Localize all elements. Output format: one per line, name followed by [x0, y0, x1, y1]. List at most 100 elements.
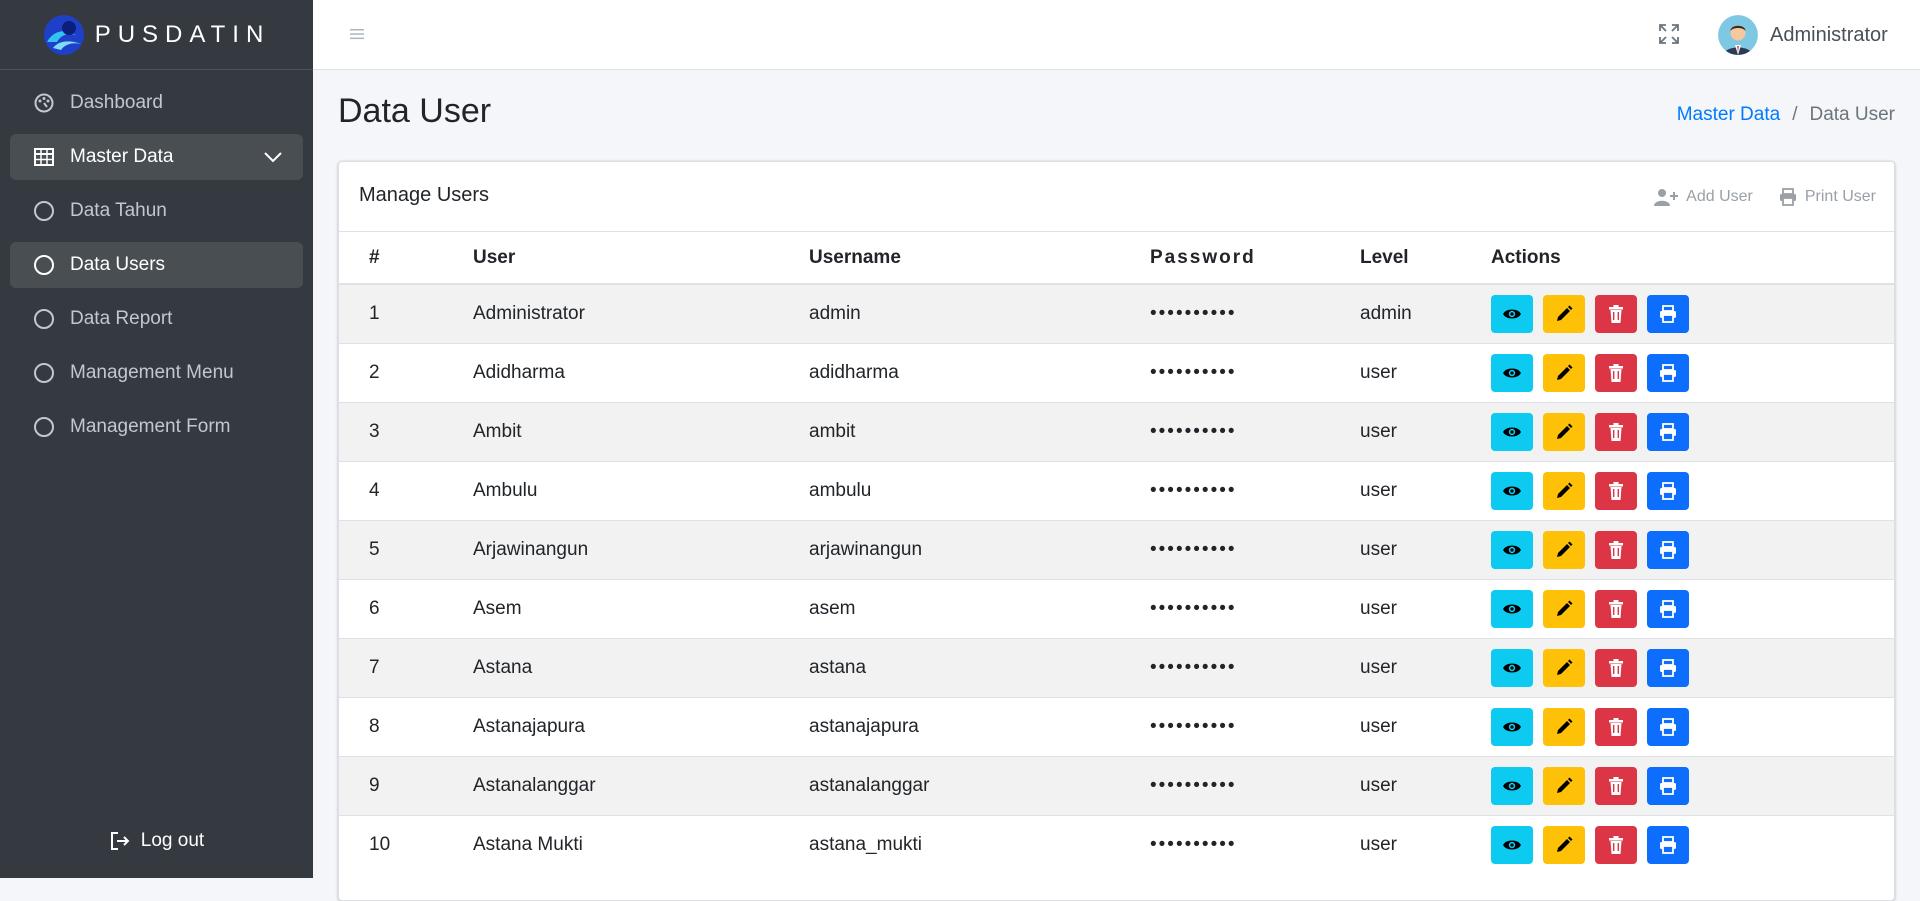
pencil-icon — [1557, 718, 1573, 734]
pencil-icon — [1557, 659, 1573, 675]
user-plus-icon — [1654, 189, 1679, 206]
sidebar-item-label: Dashboard — [70, 92, 163, 113]
edit-button[interactable] — [1543, 589, 1585, 628]
print-button[interactable] — [1647, 707, 1689, 746]
breadcrumb-link-master-data[interactable]: Master Data — [1677, 104, 1780, 126]
print-icon — [1660, 422, 1676, 441]
view-button[interactable] — [1491, 707, 1533, 746]
sidebar-item-label: Management Menu — [70, 362, 234, 383]
table-icon — [32, 145, 56, 169]
circle-icon — [34, 309, 54, 329]
view-button[interactable] — [1491, 294, 1533, 333]
sidebar-item-label: Data Tahun — [70, 200, 167, 221]
print-button[interactable] — [1647, 530, 1689, 569]
delete-button[interactable] — [1595, 825, 1637, 864]
view-button[interactable] — [1491, 353, 1533, 392]
circle-icon — [34, 255, 54, 275]
row-username: adidharma — [809, 342, 1150, 402]
view-button[interactable] — [1491, 825, 1533, 864]
column-header-username: Username — [809, 232, 1150, 285]
print-button[interactable] — [1647, 294, 1689, 333]
row-password: •••••••••• — [1150, 755, 1360, 815]
action-buttons — [1491, 766, 1894, 805]
sidebar-item-data-tahun[interactable]: Data Tahun — [10, 188, 303, 234]
edit-button[interactable] — [1543, 530, 1585, 569]
print-icon — [1660, 304, 1676, 323]
user-menu[interactable]: Administrator — [1718, 10, 1888, 60]
edit-button[interactable] — [1543, 707, 1585, 746]
edit-button[interactable] — [1543, 353, 1585, 392]
print-button[interactable] — [1647, 766, 1689, 805]
view-button[interactable] — [1491, 471, 1533, 510]
eye-icon — [1503, 486, 1521, 495]
action-buttons — [1491, 471, 1894, 510]
print-button[interactable] — [1647, 353, 1689, 392]
print-icon — [1660, 658, 1676, 677]
logout-button[interactable]: Log out — [0, 830, 313, 852]
delete-button[interactable] — [1595, 707, 1637, 746]
row-username: ambit — [809, 401, 1150, 461]
view-button[interactable] — [1491, 412, 1533, 451]
action-buttons — [1491, 825, 1894, 864]
print-button[interactable] — [1647, 825, 1689, 864]
view-button[interactable] — [1491, 766, 1533, 805]
view-button[interactable] — [1491, 648, 1533, 687]
row-actions — [1491, 519, 1894, 579]
trash-icon — [1609, 835, 1623, 854]
sidebar-item-dashboard[interactable]: Dashboard — [10, 80, 303, 126]
sidebar-item-management-form[interactable]: Management Form — [10, 404, 303, 450]
edit-button[interactable] — [1543, 766, 1585, 805]
print-icon — [1660, 599, 1676, 618]
row-level: user — [1360, 637, 1491, 697]
brand[interactable]: PUSDATIN — [0, 0, 313, 70]
card-header: Manage Users Add User Print User — [339, 162, 1894, 232]
row-username: admin — [809, 283, 1150, 343]
edit-button[interactable] — [1543, 825, 1585, 864]
row-number: 10 — [339, 814, 473, 874]
delete-button[interactable] — [1595, 412, 1637, 451]
trash-icon — [1609, 717, 1623, 736]
circle-icon — [32, 253, 56, 277]
delete-button[interactable] — [1595, 766, 1637, 805]
view-button[interactable] — [1491, 589, 1533, 628]
brand-logo-icon — [43, 14, 84, 55]
row-actions — [1491, 696, 1894, 756]
sidebar-item-label: Data Report — [70, 308, 173, 329]
hamburger-icon[interactable] — [349, 26, 365, 42]
table-row: 4 Ambulu ambulu •••••••••• user — [339, 460, 1894, 520]
edit-button[interactable] — [1543, 294, 1585, 333]
row-user: Ambit — [473, 401, 809, 461]
brand-name: PUSDATIN — [94, 20, 271, 48]
print-button[interactable] — [1647, 648, 1689, 687]
delete-button[interactable] — [1595, 648, 1637, 687]
delete-button[interactable] — [1595, 294, 1637, 333]
print-user-button[interactable]: Print User — [1779, 188, 1876, 206]
sidebar-item-master-data[interactable]: Master Data — [10, 134, 303, 180]
sidebar-item-data-users[interactable]: Data Users — [10, 242, 303, 288]
delete-button[interactable] — [1595, 353, 1637, 392]
row-password: •••••••••• — [1150, 696, 1360, 756]
pencil-icon — [1557, 600, 1573, 616]
card-title: Manage Users — [359, 184, 490, 206]
circle-icon — [32, 199, 56, 223]
edit-button[interactable] — [1543, 648, 1585, 687]
logout-icon — [110, 832, 130, 850]
action-buttons — [1491, 353, 1894, 392]
table-row: 10 Astana Mukti astana_mukti •••••••••• … — [339, 814, 1894, 874]
sidebar-item-data-report[interactable]: Data Report — [10, 296, 303, 342]
fullscreen-icon[interactable] — [1657, 22, 1681, 46]
print-button[interactable] — [1647, 589, 1689, 628]
delete-button[interactable] — [1595, 471, 1637, 510]
circle-icon — [34, 201, 54, 221]
print-button[interactable] — [1647, 471, 1689, 510]
add-user-button[interactable]: Add User — [1654, 188, 1753, 206]
print-button[interactable] — [1647, 412, 1689, 451]
edit-button[interactable] — [1543, 471, 1585, 510]
sidebar-item-management-menu[interactable]: Management Menu — [10, 350, 303, 396]
delete-button[interactable] — [1595, 589, 1637, 628]
edit-button[interactable] — [1543, 412, 1585, 451]
trash-icon — [1609, 422, 1623, 441]
delete-button[interactable] — [1595, 530, 1637, 569]
view-button[interactable] — [1491, 530, 1533, 569]
print-icon — [1660, 776, 1676, 795]
